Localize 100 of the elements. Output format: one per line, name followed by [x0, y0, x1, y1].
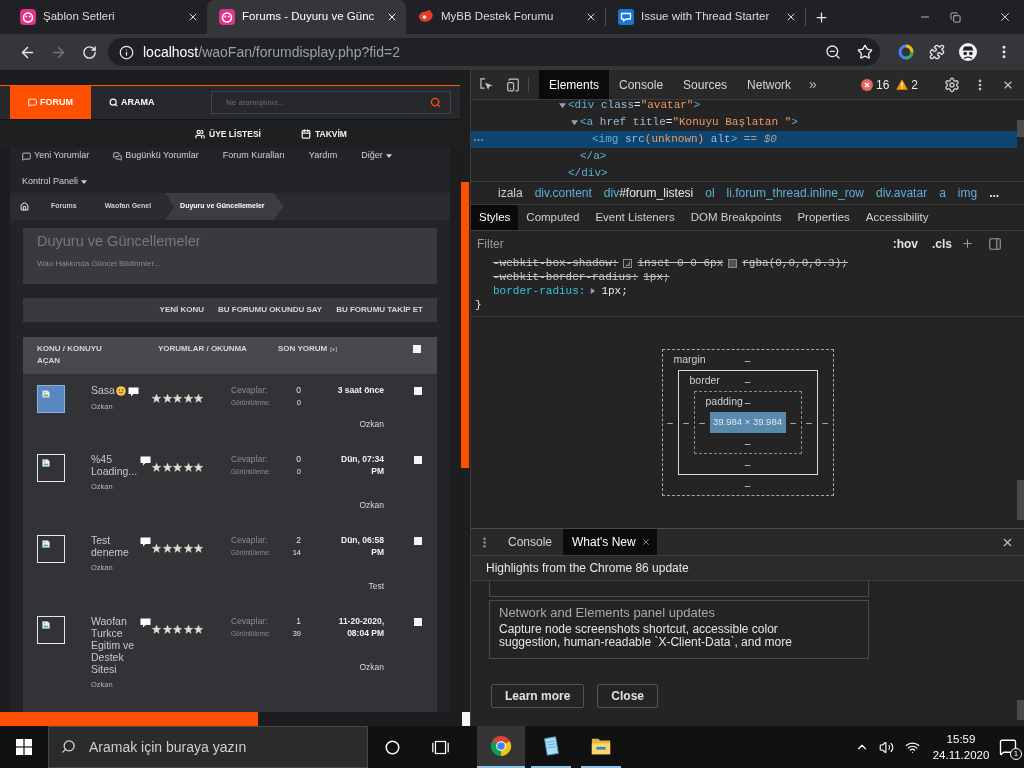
- menu-link[interactable]: Kontrol Paneli: [22, 176, 88, 188]
- dom-breadcrumb[interactable]: div#forum_listesi: [603, 184, 694, 202]
- sidebar-toggle-icon[interactable]: [988, 236, 1002, 251]
- dom-breadcrumb[interactable]: a: [939, 184, 946, 202]
- disclosure-triangle-icon[interactable]: [571, 119, 578, 126]
- menu-link[interactable]: Diğer: [361, 150, 392, 162]
- drawer-button[interactable]: Close: [597, 684, 659, 708]
- menu-link[interactable]: Yeni Yorumlar: [22, 150, 90, 162]
- thread-title[interactable]: Waofan Turkce Egitim ve Destek Sitesi: [91, 615, 138, 675]
- disclosure-triangle-icon[interactable]: [559, 102, 566, 109]
- dom-breadcrumb[interactable]: img: [957, 184, 978, 202]
- dom-breadcrumb[interactable]: izala: [498, 184, 523, 202]
- dom-breadcrumb[interactable]: div.content: [534, 184, 592, 202]
- restore-icon[interactable]: [949, 11, 961, 23]
- close-icon[interactable]: [998, 10, 1012, 24]
- taskbar-app-button[interactable]: [477, 726, 525, 768]
- reload-icon[interactable]: [81, 44, 97, 60]
- scrollbar-thumb[interactable]: [1017, 120, 1024, 137]
- close-icon[interactable]: [187, 11, 199, 23]
- menu-link[interactable]: Forum Kuralları: [222, 150, 285, 162]
- hover-toggle[interactable]: :hov: [892, 234, 918, 253]
- scrollbar-thumb[interactable]: [1017, 700, 1024, 720]
- color-swatch-icon[interactable]: [728, 258, 738, 268]
- taskbar-search-field[interactable]: Aramak için buraya yazın: [48, 726, 368, 768]
- more-tabs[interactable]: »: [809, 70, 817, 99]
- circle-icon[interactable]: [384, 739, 400, 755]
- expand-triangle-icon[interactable]: [590, 288, 597, 294]
- browser-tab[interactable]: Issue with Thread Starter: [606, 0, 805, 34]
- drawer-tab[interactable]: What's New: [563, 529, 657, 555]
- checkbox[interactable]: [413, 345, 421, 353]
- notification-icon[interactable]: [999, 738, 1017, 756]
- close-icon[interactable]: [785, 11, 797, 23]
- checkbox[interactable]: [414, 456, 422, 464]
- thread-title[interactable]: Test deneme: [91, 534, 138, 558]
- dom-node-row[interactable]: <img src(unknown) alt> == $0: [471, 131, 1017, 148]
- devtools-tab[interactable]: Network: [737, 70, 802, 99]
- close-icon[interactable]: [386, 11, 398, 23]
- devtools-tab[interactable]: Elements: [539, 70, 610, 99]
- nav-link[interactable]: TAKVİM: [300, 127, 347, 141]
- drawer-button[interactable]: Learn more: [491, 684, 585, 708]
- browser-tab[interactable]: Forums - Duyuru ve Günc: [207, 0, 406, 34]
- dom-breadcrumb[interactable]: li.forum_thread.inline_row: [726, 184, 864, 202]
- styles-subtab[interactable]: Event Listeners: [587, 205, 683, 230]
- wifi-icon[interactable]: [904, 739, 920, 755]
- styles-subtab[interactable]: Styles: [471, 205, 519, 230]
- windows-logo-icon[interactable]: [16, 739, 32, 755]
- browser-tab[interactable]: Şablon Setleri: [8, 0, 207, 34]
- dom-breadcrumb[interactable]: div.avatar: [876, 184, 928, 202]
- styles-subtab[interactable]: DOM Breakpoints: [682, 205, 790, 230]
- styles-subtab[interactable]: Accessibility: [857, 205, 937, 230]
- dom-node-row[interactable]: <div class="avatar">: [471, 100, 1017, 114]
- device-toggle-icon[interactable]: [506, 77, 520, 92]
- last-post-author[interactable]: Ozkan: [359, 499, 384, 511]
- plus-icon[interactable]: [961, 237, 974, 250]
- devtools-tab[interactable]: Sources: [673, 70, 738, 99]
- styles-subtab[interactable]: Computed: [518, 205, 588, 230]
- warning-icon[interactable]: [896, 79, 909, 90]
- clock-time[interactable]: 15:59: [946, 731, 976, 747]
- last-post-author[interactable]: Test: [368, 580, 384, 592]
- thread-title[interactable]: %45 Loading...: [91, 453, 138, 477]
- header-tab[interactable]: ARAMA: [91, 86, 173, 119]
- filter-field[interactable]: Filter: [477, 234, 893, 253]
- speaker-icon[interactable]: [878, 739, 894, 755]
- scrollbar-button[interactable]: [462, 712, 470, 726]
- dom-breadcrumb[interactable]: ol: [705, 184, 715, 202]
- clock-date[interactable]: 24.11.2020: [932, 747, 990, 763]
- settings-icon[interactable]: [944, 76, 960, 93]
- error-icon[interactable]: [860, 78, 873, 91]
- bookmark-star-icon[interactable]: [857, 44, 873, 60]
- address-bar[interactable]: localhost/waoFan/forumdisplay.php?fid=2: [108, 38, 880, 66]
- shadow-editor-icon[interactable]: [623, 258, 633, 268]
- more-breadcrumbs[interactable]: ...: [989, 184, 1000, 202]
- task-view-icon[interactable]: [431, 739, 449, 755]
- checkbox[interactable]: [414, 387, 422, 395]
- browser-tab[interactable]: MyBB Destek Forumu: [406, 0, 605, 34]
- info-icon[interactable]: [119, 44, 134, 60]
- close-icon[interactable]: [585, 11, 597, 23]
- action-link[interactable]: BU FORUMU OKUNDU SAY: [218, 304, 323, 316]
- last-post-author[interactable]: Ozkan: [359, 661, 384, 673]
- styles-subtab[interactable]: Properties: [789, 205, 858, 230]
- search-icon[interactable]: [430, 97, 441, 108]
- devtools-tab[interactable]: Console: [609, 70, 674, 99]
- menu-link[interactable]: Bugünkü Yorumlar: [113, 150, 199, 162]
- home-icon[interactable]: [20, 202, 29, 211]
- last-post-author[interactable]: Ozkan: [359, 418, 384, 430]
- class-toggle[interactable]: .cls: [932, 234, 952, 253]
- checkbox[interactable]: [414, 618, 422, 626]
- zoom-out-icon[interactable]: [825, 44, 841, 60]
- plus-icon[interactable]: [814, 9, 829, 25]
- error-count[interactable]: 16: [875, 75, 890, 94]
- action-link[interactable]: BU FORUMU TAKİP ET: [336, 304, 423, 316]
- inspect-cursor-icon[interactable]: [480, 78, 493, 91]
- thread-title[interactable]: Sasa: [91, 384, 115, 396]
- drawer-tab[interactable]: Console: [497, 529, 564, 555]
- menu-link[interactable]: Yardım: [308, 150, 338, 162]
- profile-avatar-icon[interactable]: [959, 43, 977, 61]
- scrollbar-thumb[interactable]: [461, 182, 469, 468]
- action-link[interactable]: YENİ KONU: [159, 304, 205, 316]
- puzzle-icon[interactable]: [929, 44, 945, 60]
- close-icon[interactable]: [640, 537, 651, 547]
